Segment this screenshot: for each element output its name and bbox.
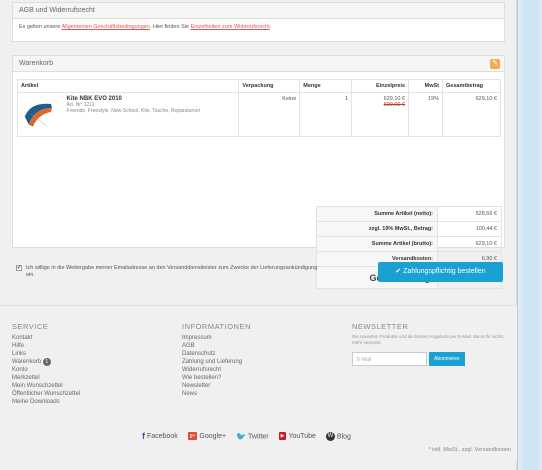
old-price: 699,00 € [383, 102, 406, 108]
cell-gesamtbetrag: 629,10 € [442, 92, 501, 137]
agb-text-start: Es gelten unsere [19, 24, 62, 30]
social-blog[interactable]: W Blog [325, 431, 351, 441]
footer-link-wie-bestellen[interactable]: Wie bestellen? [182, 374, 251, 382]
social-blog-label: Blog [336, 432, 351, 440]
col-header-artikel: Artikel [16, 79, 240, 93]
social-youtube[interactable]: ▶ YouTube [278, 432, 316, 440]
right-side-panel [517, 0, 542, 470]
place-order-button[interactable]: ✔ Zahlungspflichtig bestellen [378, 262, 503, 282]
cell-einzelpreis: 629,10 € 699,00 € [351, 92, 410, 137]
footer-link-links[interactable]: Links [12, 350, 80, 358]
footer-newsletter-title: NEWSLETTER [352, 322, 409, 331]
cart-title: Warenkorb [19, 60, 53, 67]
product-tags: Freeride, Freestyle, New-School, Kite, T… [66, 108, 200, 114]
cell-verpackung: Keine [238, 92, 301, 137]
social-facebook[interactable]: f Facebook [142, 431, 178, 441]
facebook-icon: f [142, 431, 145, 441]
checkmark-icon: ✔ [395, 268, 402, 275]
table-header-row: Artikel Verpackung Menge Einzelpreis MwS… [16, 79, 501, 93]
twitter-icon: 🐦 [236, 431, 246, 441]
footer-link-konto[interactable]: Konto [12, 366, 80, 374]
agb-panel-title: AGB und Widerrufsrecht [13, 3, 504, 19]
summary-label: Summe Artikel (brutto): [316, 236, 438, 252]
cart-panel-title: Warenkorb ✎ [13, 56, 504, 72]
footer-link-hilfe[interactable]: Hilfe [12, 342, 80, 350]
footer-link-news[interactable]: News [182, 390, 251, 398]
widerruf-link[interactable]: Einzelheiten zum Widerrufsrecht [191, 24, 270, 30]
agb-panel: AGB und Widerrufsrecht Es gelten unsere … [12, 2, 505, 42]
footer-link-oeffentlicher-wunschzettel[interactable]: Öffentlicher Wunschzettel [12, 390, 80, 398]
summary-row: zzgl. 19% MwSt., Betrag: 100,44 € [316, 221, 502, 237]
footer: SERVICE Kontakt Hilfe Links Warenkorb 1 … [0, 305, 517, 462]
social-twitter[interactable]: 🐦 Twitter [236, 432, 269, 441]
pencil-icon: ✎ [492, 60, 498, 67]
social-google-plus[interactable]: g+ Google+ [187, 432, 227, 440]
footer-newsletter-column: NEWSLETTER Die neuesten Produkte und die… [352, 322, 512, 366]
social-facebook-label: Facebook [147, 432, 178, 440]
right-side-panel-inner [522, 0, 539, 470]
summary-value: 528,66 € [437, 206, 502, 222]
footer-service-column: SERVICE Kontakt Hilfe Links Warenkorb 1 … [12, 322, 80, 406]
footer-link-merkzettel[interactable]: Merkzettel [12, 374, 80, 382]
col-header-gesamtbetrag: Gesamtbetrag [442, 79, 501, 93]
google-plus-icon: g+ [187, 432, 198, 440]
footer-link-kontakt[interactable]: Kontakt [12, 334, 80, 342]
summary-label: Summe Artikel (netto): [316, 206, 438, 222]
footer-info-column: INFORMATIONEN Impressum AGB Datenschutz … [182, 322, 251, 398]
place-order-label: Zahlungspflichtig bestellen [403, 268, 486, 275]
cart-count-badge: 1 [42, 358, 51, 366]
edit-cart-button[interactable]: ✎ [490, 59, 500, 69]
col-header-menge: Menge [299, 79, 353, 93]
email-consent-label: Ich willige in die Weitergabe meiner Ema… [26, 265, 318, 278]
youtube-icon: ▶ [278, 432, 287, 440]
warenkorb-label: Warenkorb [12, 359, 42, 365]
agb-text: Es gelten unsere Allgemeinen Geschäftsbe… [13, 19, 504, 35]
footer-link-agb[interactable]: AGB [182, 342, 251, 350]
footer-link-newsletter[interactable]: Newsletter [182, 382, 251, 390]
cell-menge: 1 [299, 92, 353, 137]
social-youtube-label: YouTube [288, 432, 316, 440]
wordpress-icon: W [325, 431, 335, 441]
summary-row: Summe Artikel (netto): 528,66 € [316, 206, 502, 222]
footer-link-wunschzettel[interactable]: Mein Wunschzettel [12, 382, 80, 390]
summary-label: zzgl. 19% MwSt., Betrag: [316, 221, 438, 237]
agb-text-end: . [269, 24, 272, 30]
footer-link-downloads[interactable]: Meine Downloads [12, 398, 80, 406]
newsletter-email-input[interactable]: E-Mail [352, 352, 427, 366]
newsletter-text: Die neuesten Produkte und die besten Ang… [352, 334, 504, 345]
footer-link-zahlung[interactable]: Zahlung und Lieferung [182, 358, 251, 366]
agb-link[interactable]: Allgemeinen Geschäftsbedingungen [62, 24, 150, 30]
footer-service-title: SERVICE [12, 322, 49, 331]
col-header-verpackung: Verpackung [238, 79, 301, 93]
col-header-einzelpreis: Einzelpreis [351, 79, 410, 93]
vat-note: * inkl. MwSt., zzgl. Versandkosten [428, 447, 511, 453]
footer-info-title: INFORMATIONEN [182, 322, 251, 331]
col-header-mwst: MwSt [408, 79, 444, 93]
product-image[interactable] [21, 96, 57, 132]
cart-items-table: Artikel Verpackung Menge Einzelpreis MwS… [16, 79, 501, 137]
summary-value: 629,10 € [437, 236, 502, 252]
newsletter-subscribe-button[interactable]: Abonnieren [429, 352, 465, 366]
checkout-page: AGB und Widerrufsrecht Es gelten unsere … [0, 0, 517, 470]
footer-link-impressum[interactable]: Impressum [182, 334, 251, 342]
footer-link-datenschutz[interactable]: Datenschutz [182, 350, 251, 358]
cart-panel: Warenkorb ✎ Artikel Verpackung Menge Ein… [12, 55, 505, 289]
footer-link-widerrufsrecht[interactable]: Widerrufsrecht [182, 366, 251, 374]
email-consent-checkbox[interactable]: ✔ [16, 265, 22, 271]
social-links: f Facebook g+ Google+ 🐦 Twitter ▶ YouTube WB… [142, 431, 359, 441]
summary-value: 100,44 € [437, 221, 502, 237]
agb-text-middle: . Hier finden Sie [149, 24, 191, 30]
social-twitter-label: Twitter [248, 432, 269, 440]
social-google-plus-label: Google+ [199, 432, 227, 440]
table-row: Kite NBK EVO 2010 Art. Nr: 1211 Freeride… [16, 92, 501, 137]
footer-link-warenkorb[interactable]: Warenkorb 1 [12, 358, 80, 366]
summary-row: Summe Artikel (brutto): 629,10 € [316, 236, 502, 252]
cell-mwst: 19% [408, 92, 444, 137]
cell-artikel: Kite NBK EVO 2010 Art. Nr: 1211 Freeride… [16, 92, 240, 137]
